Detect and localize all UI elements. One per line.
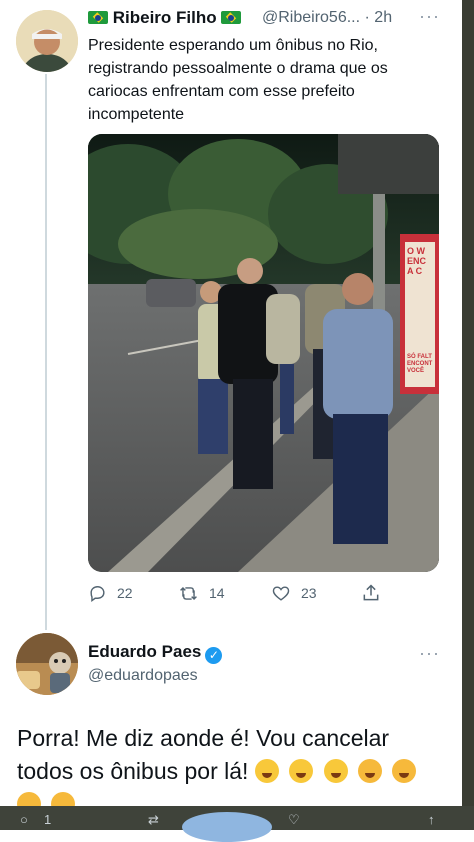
timestamp: · 2h: [364, 9, 393, 26]
retweet-button[interactable]: 14: [178, 582, 225, 604]
like-button[interactable]: 23: [271, 582, 317, 604]
share-icon: [363, 584, 379, 601]
like-count: 23: [301, 585, 317, 601]
reply-button[interactable]: 22: [88, 582, 133, 604]
bottom-action-bar: ○ 1 ⇄ ♡ ↑: [0, 806, 462, 830]
reply-count: 1: [44, 812, 52, 827]
heart-icon[interactable]: ♡: [288, 812, 300, 828]
kissing-face-emoji-icon: [392, 759, 417, 783]
brazil-flag-icon: [88, 11, 108, 24]
thread-line: [45, 74, 47, 630]
reply-author-name[interactable]: Eduardo Paes ✓: [88, 642, 223, 664]
tweet-photo[interactable]: O W ENC A C SÓ FALT ENCONT VOCÊ: [88, 134, 439, 572]
retweet-icon: [180, 586, 197, 600]
more-options-icon[interactable]: ···: [419, 6, 440, 27]
sign-text: VOCÊ: [407, 368, 425, 374]
heart-icon: [272, 585, 290, 601]
rofl-emoji-icon: [254, 759, 279, 783]
author-handle[interactable]: @Ribeiro56... · 2h: [262, 9, 392, 27]
reply-count: 22: [117, 585, 133, 601]
avatar[interactable]: [16, 10, 78, 72]
more-options-icon[interactable]: ···: [419, 643, 440, 664]
rofl-emoji-icon: [289, 759, 314, 783]
sign-text: A C: [407, 266, 423, 276]
avatar[interactable]: [16, 633, 78, 695]
share-icon[interactable]: ↑: [428, 812, 435, 827]
window-frame-right: [462, 0, 474, 830]
share-button[interactable]: [361, 582, 391, 604]
kissing-face-emoji-icon: [358, 759, 382, 783]
sign-text: SÓ FALT: [407, 354, 432, 360]
sign-text: O W: [407, 246, 425, 256]
tweet-text: Presidente esperando um ônibus no Rio, r…: [88, 37, 388, 123]
sign-text: ENC: [407, 256, 427, 266]
rofl-emoji-icon: [323, 759, 348, 783]
brazil-flag-icon: [221, 11, 242, 24]
reply-icon: [90, 585, 105, 602]
author-name[interactable]: Ribeiro Filho: [88, 8, 242, 28]
reply-icon[interactable]: ○: [20, 812, 28, 827]
retweet-icon[interactable]: ⇄: [148, 812, 159, 828]
verified-badge-icon: ✓: [205, 647, 223, 664]
retweet-count: 14: [209, 585, 225, 601]
sign-text: ENCONT: [407, 361, 433, 367]
reply-author-handle[interactable]: @eduardopaes: [88, 667, 198, 685]
